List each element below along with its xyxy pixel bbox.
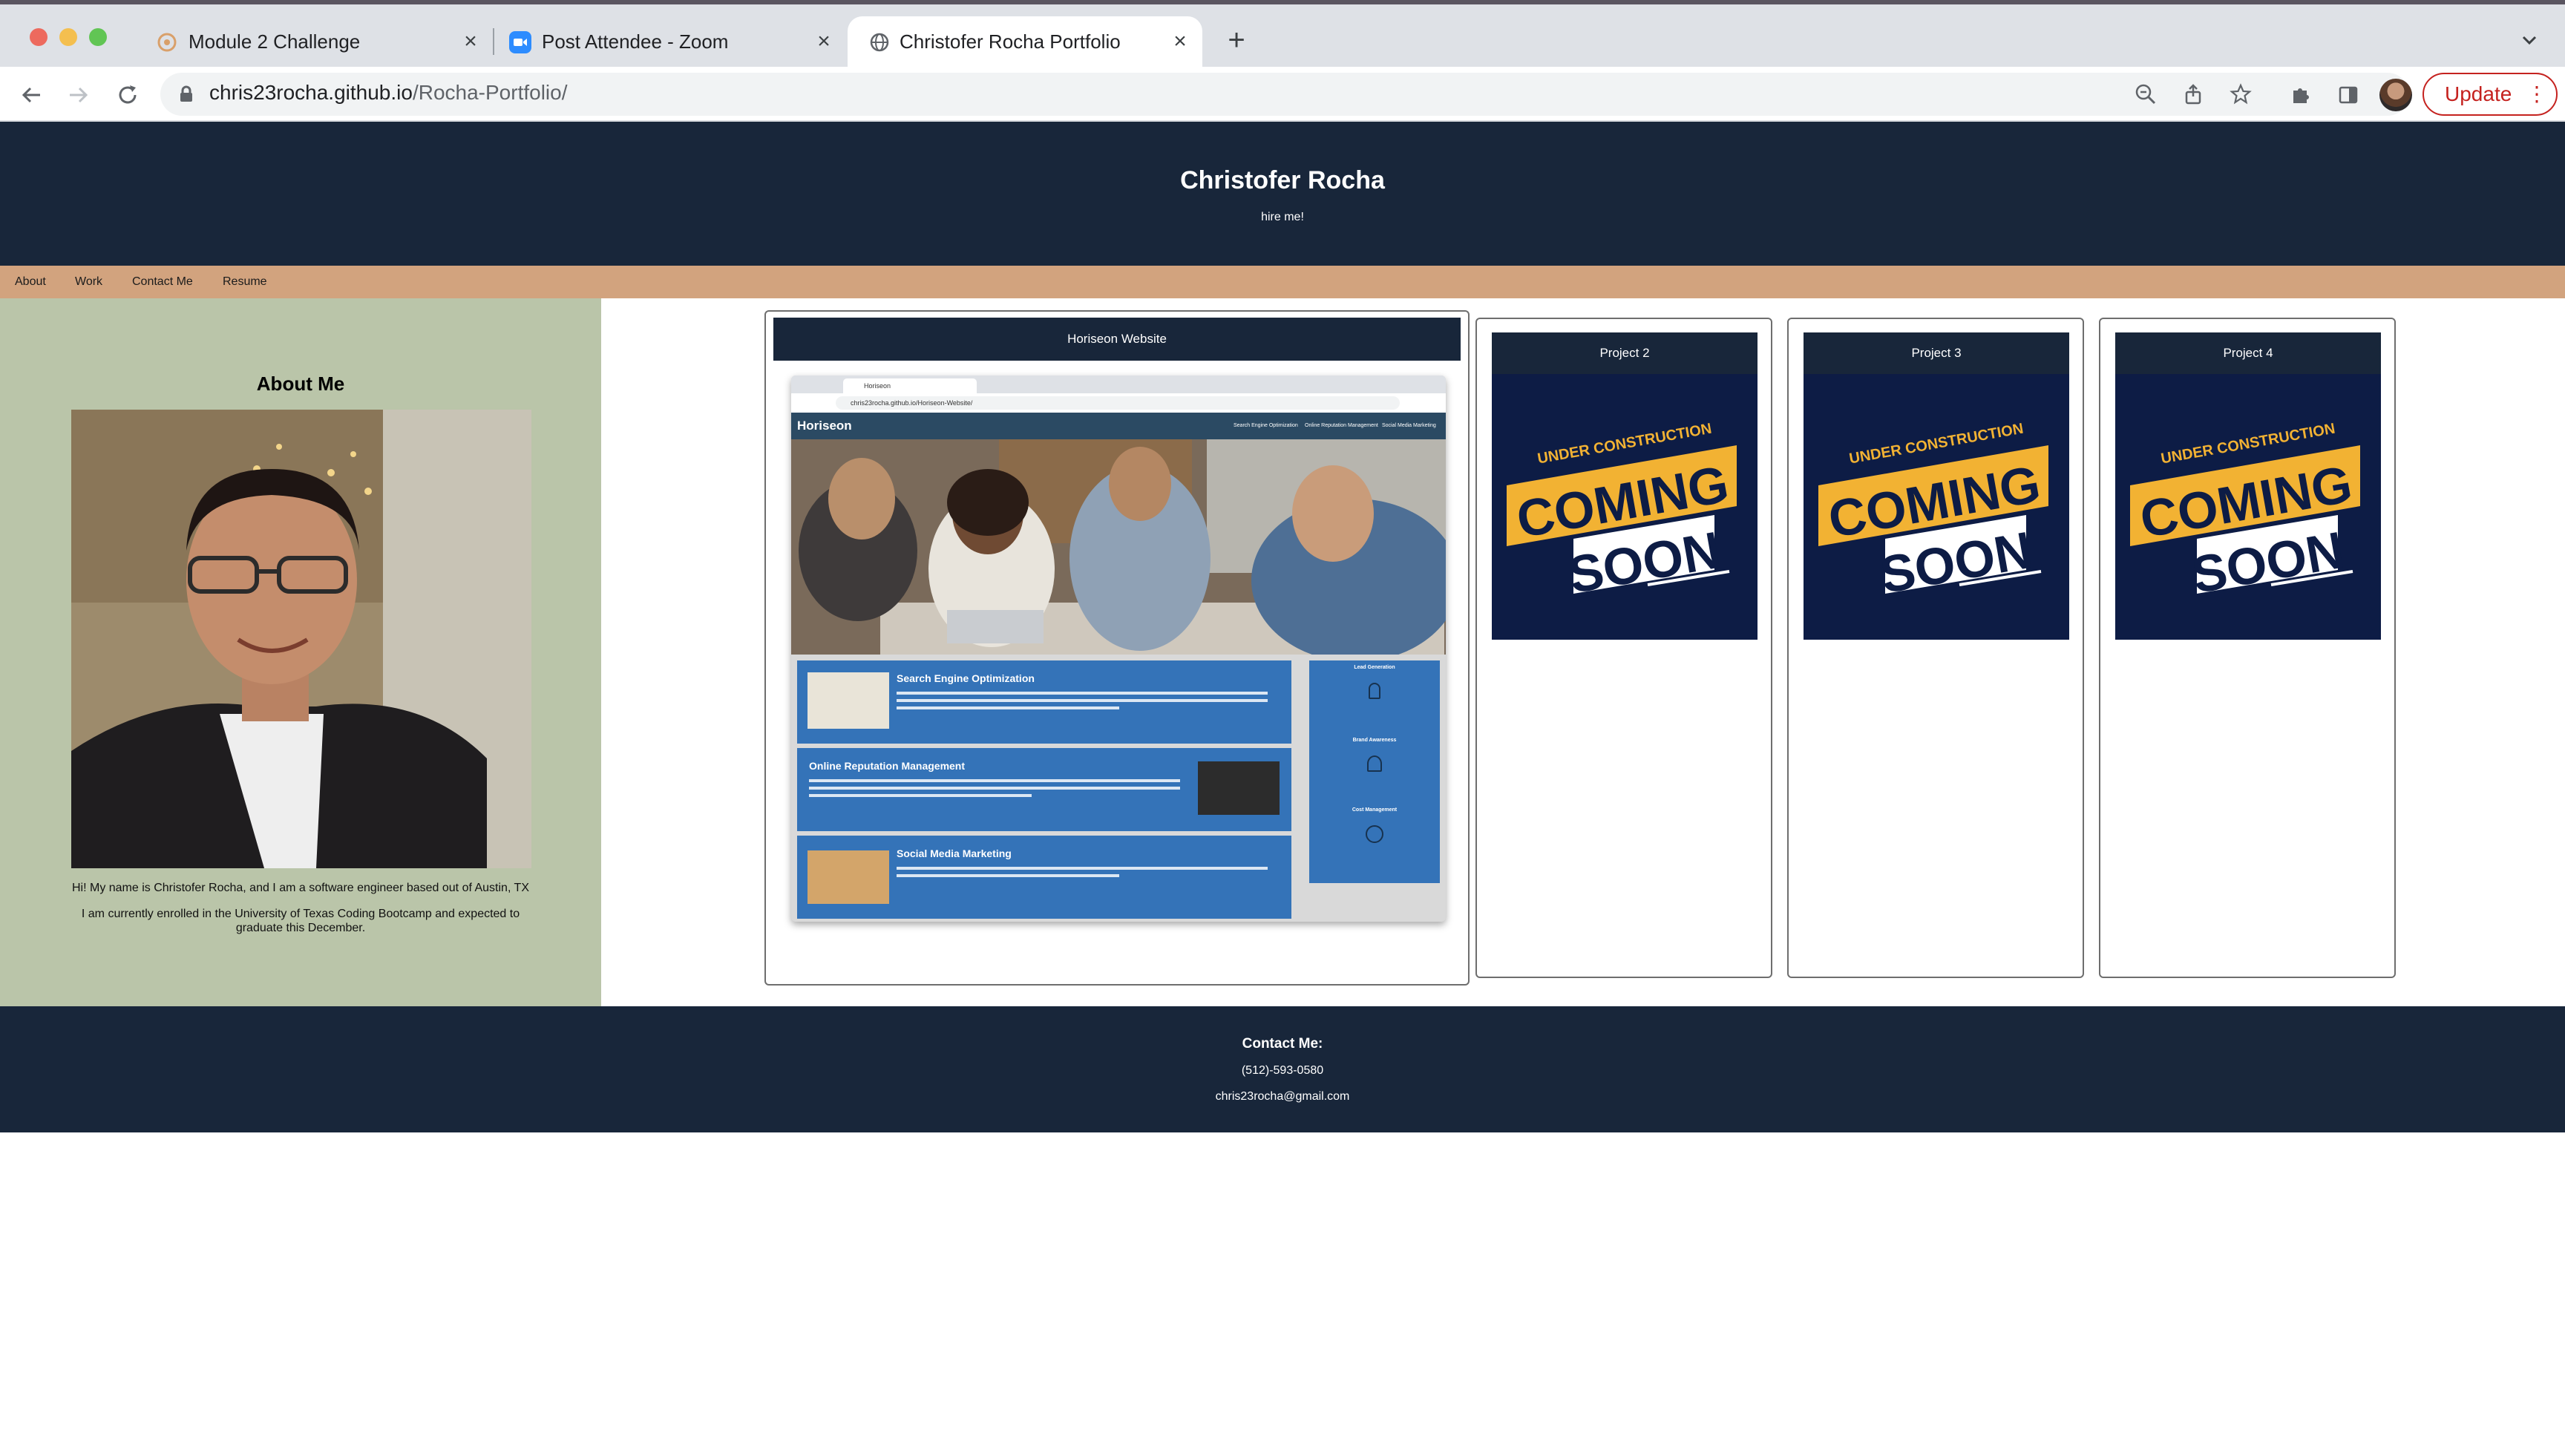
back-arrow-icon[interactable]: [15, 79, 48, 111]
preview-benefit-title: Lead Generation: [1354, 665, 1395, 670]
update-label: Update: [2445, 82, 2512, 105]
coming-soon-image[interactable]: UNDER CONSTRUCTION COMING SOON: [1804, 374, 2069, 640]
tab-separator: [493, 28, 494, 55]
address-bar[interactable]: chris23rocha.github.io/Rocha-Portfolio/: [160, 73, 2409, 116]
close-tab-icon[interactable]: ×: [1168, 29, 1192, 53]
tab-favicon-ut-icon: [156, 31, 178, 53]
more-menu-icon[interactable]: ⋮: [2526, 83, 2547, 105]
project-title: Project 2: [1492, 332, 1758, 374]
profile-avatar[interactable]: [2379, 79, 2412, 111]
project-title: Project 3: [1804, 332, 2069, 374]
preview-nav-3: Social Media Marketing: [1382, 423, 1436, 428]
gears-icon: [1366, 825, 1383, 843]
bookmark-star-icon[interactable]: [2228, 82, 2253, 107]
preview-orm-thumbnail: [1198, 761, 1280, 815]
site-title: Christofer Rocha: [1180, 166, 1385, 194]
preview-section-title: Online Reputation Management: [809, 760, 966, 772]
nav-link-resume[interactable]: Resume: [223, 275, 267, 289]
preview-benefit-title: Brand Awareness: [1352, 738, 1397, 743]
close-tab-icon[interactable]: ×: [459, 29, 482, 53]
close-tab-icon[interactable]: ×: [812, 29, 836, 53]
about-bio-line-2: I am currently enrolled in the Universit…: [81, 908, 520, 934]
side-panel-icon[interactable]: [2332, 79, 2365, 111]
coming-soon-image[interactable]: UNDER CONSTRUCTION COMING SOON: [2115, 374, 2381, 640]
horiseon-screenshot[interactable]: Horiseon chris23rocha.github.io/Horiseon…: [791, 376, 1446, 922]
tab-search-chevron-icon[interactable]: [2518, 28, 2541, 52]
new-tab-button[interactable]: +: [1223, 25, 1250, 55]
zoom-out-icon[interactable]: [2133, 82, 2158, 107]
preview-brand: Horiseon: [797, 419, 852, 433]
browser-toolbar: chris23rocha.github.io/Rocha-Portfolio/ …: [0, 67, 2565, 122]
nav-link-work[interactable]: Work: [75, 275, 102, 289]
update-button[interactable]: Update ⋮: [2422, 73, 2558, 116]
project-card-horiseon[interactable]: Horiseon Website Horiseon chris23rocha.g…: [764, 310, 1470, 986]
share-icon[interactable]: [2181, 82, 2206, 107]
preview-section-smm: Social Media Marketing: [797, 836, 1291, 919]
preview-benefit-title: Cost Management: [1352, 807, 1398, 813]
url-text: chris23rocha.github.io/Rocha-Portfolio/: [209, 81, 568, 105]
about-heading: About Me: [256, 373, 345, 395]
project-card-4[interactable]: Project 4 UNDER CONSTRUCTION COMING SOON: [2099, 318, 2396, 978]
broadcast-icon: [1367, 755, 1382, 772]
about-bio-line-1: Hi! My name is Christofer Rocha, and I a…: [71, 882, 529, 894]
preview-hero-image: [791, 439, 1446, 662]
url-path: /Rocha-Portfolio/: [412, 81, 568, 104]
preview-tab: Horiseon: [843, 378, 977, 393]
tab-module-2-challenge[interactable]: Module 2 Challenge ×: [156, 16, 482, 67]
tab-title: Post Attendee - Zoom: [542, 30, 729, 53]
tab-title: Module 2 Challenge: [189, 30, 361, 53]
project-card-3[interactable]: Project 3 UNDER CONSTRUCTION COMING SOON: [1787, 318, 2084, 978]
web-page: Christofer Rocha hire me! About Work Con…: [0, 122, 2565, 1456]
preview-toolbar: chris23rocha.github.io/Horiseon-Website/: [791, 393, 1446, 413]
reload-icon[interactable]: [111, 79, 144, 111]
preview-section-orm: Online Reputation Management: [797, 748, 1291, 831]
preview-section-title: Social Media Marketing: [897, 847, 1012, 859]
project-title: Horiseon Website: [773, 318, 1461, 361]
preview-seo-thumbnail: [808, 672, 889, 729]
preview-smm-thumbnail: [808, 850, 889, 904]
forward-arrow-icon[interactable]: [62, 79, 95, 111]
site-header: Christofer Rocha hire me!: [0, 122, 2565, 266]
tab-post-attendee-zoom[interactable]: Post Attendee - Zoom ×: [509, 16, 836, 67]
site-subtitle: hire me!: [1261, 211, 1304, 223]
close-window-icon[interactable]: [30, 28, 48, 46]
zoom-window-icon[interactable]: [89, 28, 107, 46]
lock-icon[interactable]: [177, 85, 196, 104]
site-nav: About Work Contact Me Resume: [0, 266, 2565, 298]
window-top-edge: [0, 0, 2565, 4]
contact-email[interactable]: chris23rocha@gmail.com: [0, 1090, 2565, 1104]
browser-tab-strip: Module 2 Challenge × Post Attendee - Zoo…: [0, 0, 2565, 67]
preview-site-header: Horiseon Search Engine Optimization Onli…: [791, 413, 1446, 439]
coming-soon-image[interactable]: UNDER CONSTRUCTION COMING SOON: [1492, 374, 1758, 640]
preview-section-title: Search Engine Optimization: [897, 672, 1035, 684]
preview-benefits-sidebar: Lead Generation Brand Awareness Cost Man…: [1309, 660, 1440, 883]
profile-photo: [71, 410, 531, 868]
preview-section-seo: Search Engine Optimization: [797, 660, 1291, 744]
preview-nav-1: Search Engine Optimization: [1234, 423, 1298, 428]
lightbulb-icon: [1369, 683, 1380, 699]
project-card-2[interactable]: Project 2 UNDER CONSTRUCTION COMING SOON: [1475, 318, 1772, 978]
contact-phone[interactable]: (512)-593-0580: [0, 1064, 2565, 1078]
contact-heading: Contact Me:: [1242, 1036, 1323, 1052]
about-section: About Me Hi! My name is Christofer Rocha…: [0, 298, 601, 1006]
nav-link-contact-me[interactable]: Contact Me: [132, 275, 193, 289]
nav-link-about[interactable]: About: [15, 275, 46, 289]
preview-url: chris23rocha.github.io/Horiseon-Website/: [836, 396, 1400, 410]
globe-icon: [868, 31, 891, 53]
preview-nav-2: Online Reputation Management: [1305, 423, 1378, 428]
project-title: Project 4: [2115, 332, 2381, 374]
minimize-window-icon[interactable]: [59, 28, 77, 46]
tab-title: Christofer Rocha Portfolio: [900, 30, 1121, 53]
preview-tabstrip: Horiseon: [791, 376, 1446, 393]
projects-section: Horiseon Website Horiseon chris23rocha.g…: [601, 298, 2565, 1006]
site-footer: Contact Me: (512)-593-0580 chris23rocha@…: [0, 1006, 2565, 1132]
tab-christofer-rocha-portfolio[interactable]: Christofer Rocha Portfolio ×: [848, 16, 1202, 67]
url-host: chris23rocha.github.io: [209, 81, 413, 104]
zoom-camera-icon: [509, 31, 531, 53]
extensions-puzzle-icon[interactable]: [2284, 79, 2317, 111]
